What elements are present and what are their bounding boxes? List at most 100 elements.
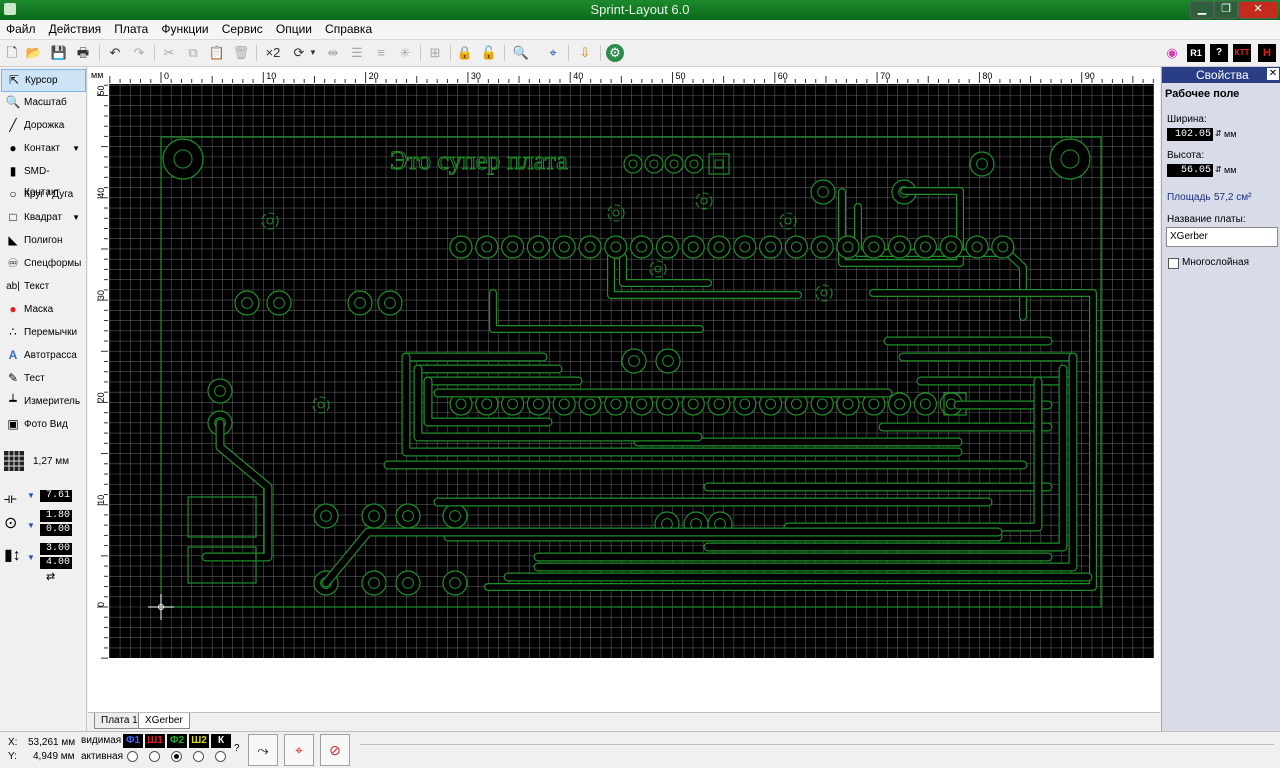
layer-s2-toggle[interactable]: Ш2 <box>189 734 209 748</box>
menu-service[interactable]: Сервис <box>218 20 267 38</box>
tool-pad[interactable]: ● Контакт ▼ <box>1 138 84 159</box>
copy-icon[interactable]: ⧉ <box>184 44 202 62</box>
delete-icon[interactable]: 🗑 <box>232 44 250 62</box>
menu-functions[interactable]: Функции <box>157 20 212 38</box>
menu-actions[interactable]: Действия <box>45 20 106 38</box>
unlock-icon[interactable]: 🔓 <box>480 44 498 62</box>
fit-board-icon[interactable]: ⌖ <box>544 44 562 62</box>
tab-xgerber[interactable]: XGerber <box>138 713 190 729</box>
layer-f2-active-radio[interactable] <box>171 751 182 762</box>
tool-cursor[interactable]: ⇱ Курсор <box>1 69 86 92</box>
tool-mask[interactable]: ● Маска <box>1 299 84 320</box>
zoom-search-icon[interactable]: 🔍 <box>512 44 530 62</box>
tool-test[interactable]: ✎ Тест <box>1 368 84 389</box>
crosshair-button[interactable]: ⌖ <box>284 734 314 766</box>
ratsnest-icon[interactable]: ◉ <box>1163 44 1181 62</box>
snap-icon[interactable]: ✳ <box>396 44 414 62</box>
rotate-icon[interactable]: ⟳ <box>290 44 308 62</box>
save-icon[interactable]: 💾 <box>50 44 68 62</box>
tool-text[interactable]: ab| Текст <box>1 276 84 297</box>
layer-f1-active-radio[interactable] <box>127 751 138 762</box>
swap-icon[interactable]: ⇄ <box>46 570 55 583</box>
pcb-board-view[interactable]: мм 0 10 20 30 40 50 60 70 80 90 50 40 30 20 10 0 Это супе… <box>88 67 1160 712</box>
tool-track[interactable]: ╱ Дорожка <box>1 115 84 136</box>
dropdown-arrow-icon[interactable]: ▼ <box>72 207 80 228</box>
rotate-dropdown-icon[interactable]: ▼ <box>308 44 318 62</box>
lock-icon[interactable]: 🔒 <box>456 44 474 62</box>
board-name-input[interactable]: XGerber <box>1166 227 1278 247</box>
paste-icon[interactable]: 📋 <box>208 44 226 62</box>
width-input[interactable]: 102.05 <box>1167 128 1213 141</box>
layer-f1-toggle[interactable]: Ф1 <box>123 734 143 748</box>
undo-icon[interactable]: ↶ <box>106 44 124 62</box>
drc-icon[interactable]: КТТ <box>1233 44 1251 62</box>
dropdown-arrow-icon[interactable]: ▼ <box>27 491 35 500</box>
redo-icon[interactable]: ↷ <box>130 44 148 62</box>
connections-button[interactable]: ⤳ <box>248 734 278 766</box>
new-file-icon[interactable]: 🗋 <box>3 44 21 62</box>
smd-size-icon: ▮↕ <box>4 547 21 564</box>
smd-height-input[interactable]: 4.00 <box>40 557 72 569</box>
pad-hole <box>945 241 957 253</box>
h-icon[interactable]: H <box>1258 44 1276 62</box>
mirror-icon[interactable]: ⇹ <box>324 44 342 62</box>
menu-file[interactable]: Файл <box>2 20 40 38</box>
hide-connections-button[interactable]: ⊘ <box>320 734 350 766</box>
layer-s1-toggle[interactable]: Ш1 <box>145 734 165 748</box>
menu-options[interactable]: Опции <box>272 20 316 38</box>
tool-zoom[interactable]: 🔍 Масштаб <box>1 92 84 113</box>
pad-hole <box>402 510 414 522</box>
window-title: Sprint-Layout 6.0 <box>590 2 690 17</box>
pad-hole <box>997 241 1009 253</box>
height-input[interactable]: 56.05 <box>1167 164 1213 177</box>
tool-circle[interactable]: ○ Круг / Дуга <box>1 184 84 205</box>
tool-special-shapes[interactable]: ♾ Спецформы <box>1 253 84 274</box>
dropdown-arrow-icon[interactable]: ▼ <box>27 521 35 530</box>
group-icon[interactable]: ⊞ <box>426 44 444 62</box>
duplicate-button[interactable]: ×2 <box>262 44 284 62</box>
menu-board[interactable]: Плата <box>110 20 152 38</box>
close-button[interactable]: ✕ <box>1238 1 1278 19</box>
print-icon[interactable]: 🖶 <box>74 44 92 62</box>
grid-size-label[interactable]: 1,27 мм <box>33 456 69 467</box>
open-folder-icon[interactable]: 📂 <box>25 44 43 62</box>
height-spin-icon[interactable]: ⇵ <box>1215 165 1222 174</box>
r1-icon[interactable]: R1 <box>1187 44 1205 62</box>
settings-gear-icon[interactable]: ⚙ <box>606 44 624 62</box>
cut-icon[interactable]: ✂ <box>160 44 178 62</box>
tool-smd-pad[interactable]: ▮ SMD-Контакт <box>1 161 84 198</box>
distribute-icon[interactable]: ≡ <box>372 44 390 62</box>
layer-f2-toggle[interactable]: Ф2 <box>167 734 187 748</box>
pad-outer-input[interactable]: 1.80 <box>40 510 72 522</box>
menu-help[interactable]: Справка <box>321 20 376 38</box>
layers-help-button[interactable]: ? <box>234 743 240 754</box>
track-icon: ╱ <box>9 118 17 132</box>
tool-square[interactable]: □ Квадрат ▼ <box>1 207 84 228</box>
tool-ruler[interactable]: ┷ Измеритель <box>1 391 84 412</box>
dropdown-arrow-icon[interactable]: ▼ <box>72 138 80 159</box>
smd-width-input[interactable]: 3.00 <box>40 543 72 555</box>
width-spin-icon[interactable]: ⇵ <box>1215 129 1222 138</box>
grid-icon[interactable] <box>4 451 24 471</box>
layer-k-active-radio[interactable] <box>215 751 226 762</box>
polygon-icon: ◣ <box>8 233 18 247</box>
maximize-button[interactable]: ❐ <box>1214 1 1238 19</box>
align-icon[interactable]: ☰ <box>348 44 366 62</box>
close-icon[interactable]: ✕ <box>1267 68 1279 80</box>
pad-inner-input[interactable]: 0.00 <box>40 524 72 536</box>
tool-polygon[interactable]: ◣ Полигон <box>1 230 84 251</box>
multilayer-checkbox[interactable] <box>1168 258 1179 269</box>
pad-hole <box>713 398 725 410</box>
import-icon[interactable]: ⇩ <box>576 44 594 62</box>
layer-s1-active-radio[interactable] <box>149 751 160 762</box>
pcb-canvas[interactable]: мм 0 10 20 30 40 50 60 70 80 90 50 40 30 20 10 0 Это супе… <box>88 67 1160 712</box>
help-icon[interactable]: ? <box>1210 44 1228 62</box>
tool-jumpers[interactable]: ∴ Перемычки <box>1 322 84 343</box>
tool-photo-view[interactable]: ▣ Фото Вид <box>1 414 84 435</box>
layer-k-toggle[interactable]: К <box>211 734 231 748</box>
track-width-input[interactable]: 7.61 <box>40 490 72 502</box>
dropdown-arrow-icon[interactable]: ▼ <box>27 553 35 562</box>
layer-s2-active-radio[interactable] <box>193 751 204 762</box>
minimize-button[interactable]: ▁ <box>1190 1 1214 19</box>
tool-autoroute[interactable]: A Автотрасса <box>1 345 84 366</box>
